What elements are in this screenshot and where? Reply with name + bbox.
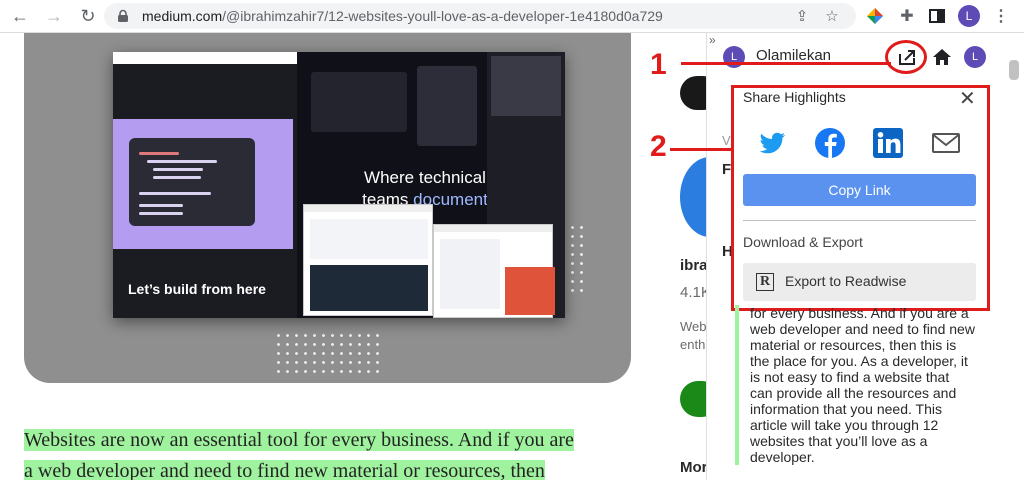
dot-pattern <box>274 331 384 375</box>
author-bio-line: Web <box>680 319 707 334</box>
email-icon[interactable] <box>930 127 962 159</box>
panel-background-letter: V <box>722 133 731 148</box>
popup-divider <box>743 220 976 221</box>
bookmark-star-icon[interactable]: ☆ <box>822 6 842 26</box>
address-bar[interactable]: medium.com/@ibrahimzahir7/12-websites-yo… <box>104 3 856 29</box>
extensions-puzzle-icon[interactable]: ✚ <box>896 5 918 27</box>
download-export-heading: Download & Export <box>743 234 863 250</box>
hero-screenshot-collage: Let’s build from here Where technical te… <box>113 52 565 318</box>
export-readwise-label: Export to Readwise <box>785 273 907 289</box>
hero-image: Let’s build from here Where technical te… <box>24 33 631 383</box>
twitter-icon[interactable] <box>756 127 788 159</box>
headline-line1: Where technical <box>364 168 486 187</box>
browser-toolbar: ← → ↻ medium.com/@ibrahimzahir7/12-websi… <box>0 0 1024 33</box>
profile-avatar[interactable]: L <box>958 5 980 27</box>
share-page-icon[interactable]: ⇪ <box>792 6 812 26</box>
annotation-circle <box>885 40 927 74</box>
forward-icon[interactable]: → <box>42 4 66 28</box>
annotation-number-2: 2 <box>650 130 667 163</box>
popup-title: Share Highlights <box>743 89 846 105</box>
collapse-panel-icon[interactable]: » <box>709 33 716 47</box>
reload-icon[interactable]: ↻ <box>76 4 100 28</box>
export-readwise-button[interactable]: R Export to Readwise <box>743 263 976 301</box>
highlighted-line: Websites are now an essential tool for e… <box>24 429 574 451</box>
more-from-heading: Mor <box>680 459 708 476</box>
annotation-arrow-2 <box>670 148 734 151</box>
article-paragraph: Websites are now an essential tool for e… <box>24 425 634 480</box>
highlighted-line: a web developer and need to find new mat… <box>24 460 545 480</box>
code-snippet-card <box>129 138 255 226</box>
panel-scrollbar[interactable] <box>1009 60 1019 80</box>
extension-profile-avatar[interactable]: L <box>964 46 986 68</box>
share-highlights-popup: Share Highlights ✕ Copy Link Download & … <box>731 85 990 311</box>
home-icon[interactable] <box>931 46 953 68</box>
url-host: medium.com <box>142 8 223 24</box>
back-icon[interactable]: ← <box>8 4 32 28</box>
collage-grey-card <box>491 56 561 116</box>
collage-lets-build-heading: Let’s build from here <box>128 281 266 297</box>
url-text[interactable]: medium.com/@ibrahimzahir7/12-websites-yo… <box>142 8 663 24</box>
collage-red-graphic <box>505 267 555 315</box>
author-bio-line: enth <box>680 337 706 352</box>
readwise-logo-icon: R <box>756 273 774 291</box>
close-icon[interactable]: ✕ <box>959 89 976 109</box>
lock-icon <box>118 9 128 22</box>
author-name-partial[interactable]: ibra <box>680 257 708 274</box>
saved-highlight[interactable]: for every business. And if you are a web… <box>735 305 975 465</box>
collage-left-panel: Let’s build from here <box>113 52 299 318</box>
url-path: /@ibrahimzahir7/12-websites-youll-love-a… <box>222 8 663 24</box>
linkedin-icon[interactable] <box>872 127 904 159</box>
extension-color-icon[interactable] <box>864 5 886 27</box>
side-panel-icon[interactable] <box>926 5 948 27</box>
collage-app-window <box>303 204 433 316</box>
annotation-number-1: 1 <box>650 48 667 81</box>
collage-nav-bar <box>113 52 299 64</box>
more-menu-icon[interactable]: ⋮ <box>990 5 1012 27</box>
copy-link-button[interactable]: Copy Link <box>743 174 976 206</box>
collage-dark-card <box>311 72 407 132</box>
collage-dark-card <box>417 66 477 146</box>
annotation-arrow-1 <box>681 62 891 65</box>
facebook-icon[interactable] <box>814 127 846 159</box>
panel-background-letter: F <box>722 161 732 178</box>
